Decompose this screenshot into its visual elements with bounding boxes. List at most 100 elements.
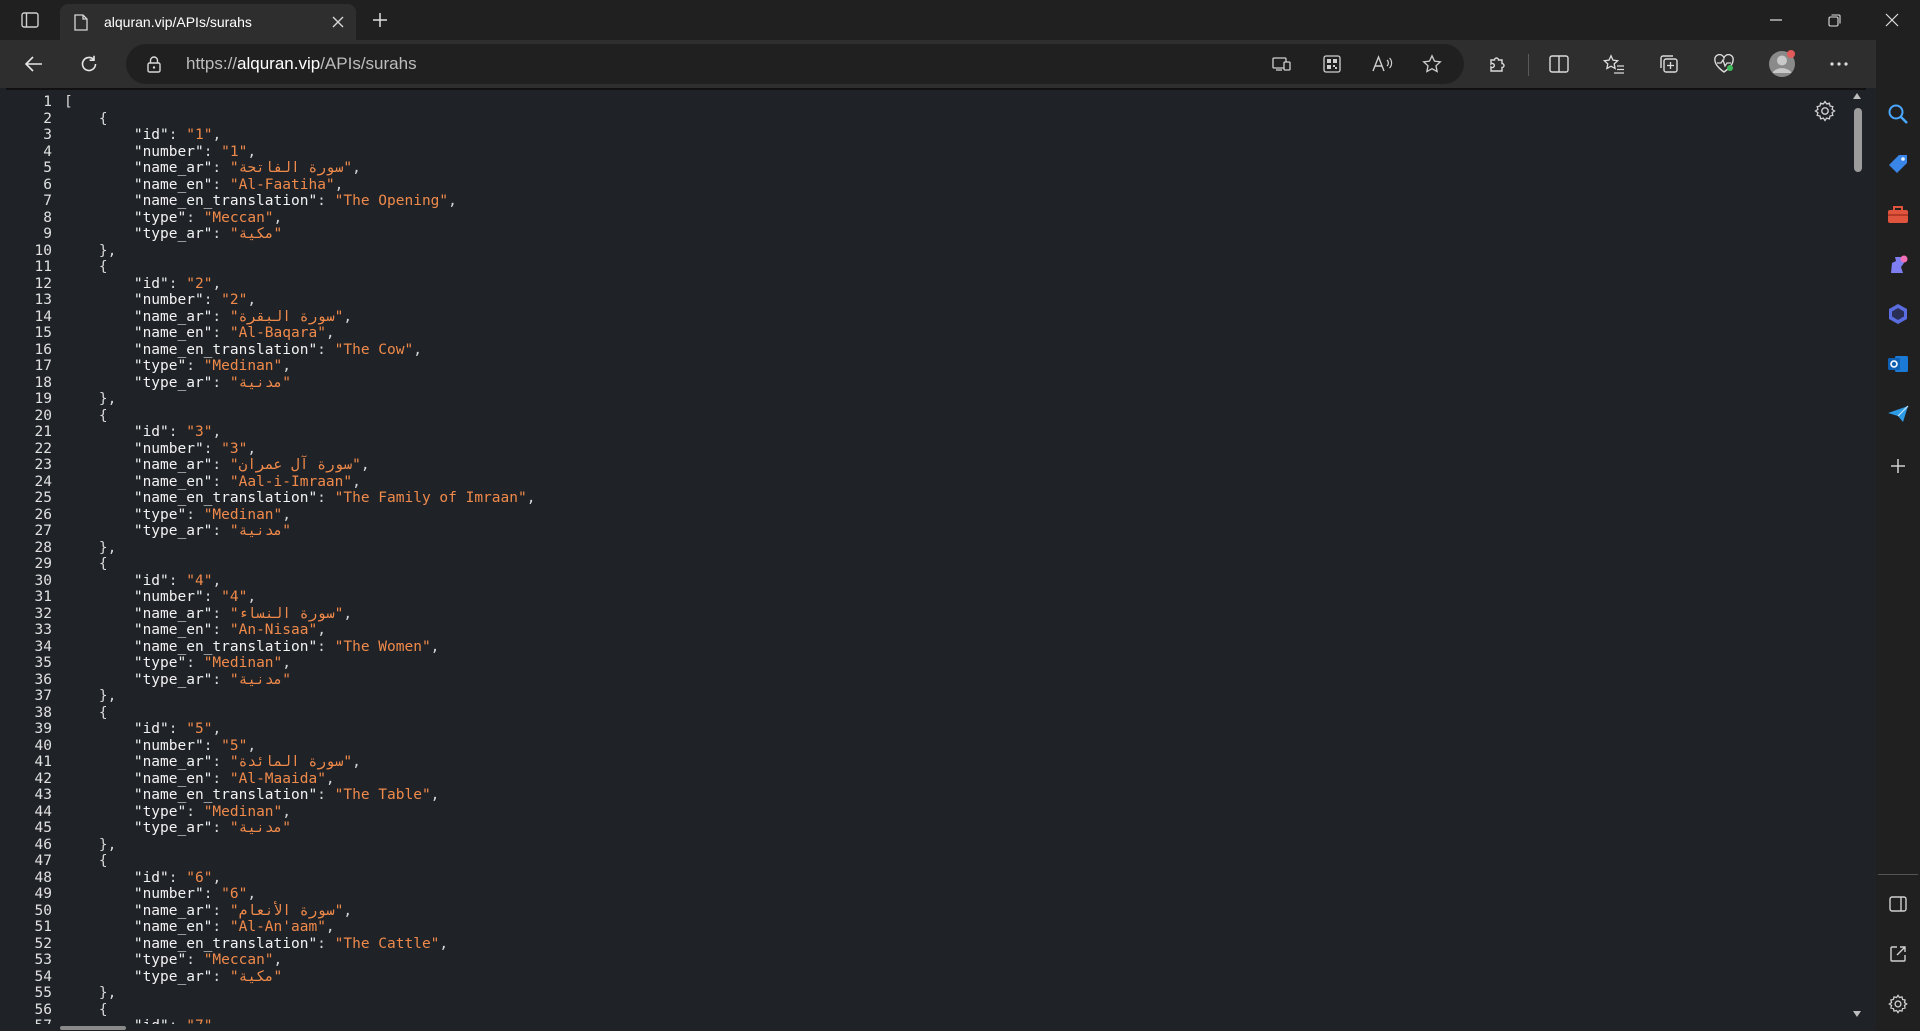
- json-punct: {: [64, 1001, 108, 1018]
- json-punct: {: [64, 407, 108, 424]
- code-line: "number": "4",: [64, 589, 535, 606]
- code-line: "name_ar": "سورة آل عمران",: [64, 457, 535, 474]
- code-area[interactable]: 1 2 3 4 5 6 7 8 9 10 11 12 13 14 15 16 17 18 19 20 21 22 23 24 2…: [0, 92, 1846, 1024]
- json-string: "6": [221, 886, 248, 902]
- horizontal-scrollbar[interactable]: [60, 1026, 126, 1030]
- json-punct: ,: [352, 754, 361, 770]
- sidebar-outlook-button[interactable]: [1882, 348, 1914, 380]
- line-number: 16: [34, 341, 52, 358]
- json-punct: {: [64, 704, 108, 721]
- json-punct: [64, 276, 134, 292]
- tab-actions-button[interactable]: [14, 6, 46, 34]
- close-tab-button[interactable]: [324, 8, 352, 36]
- json-punct: {: [64, 110, 108, 127]
- json-punct: :: [168, 721, 187, 737]
- json-key: "number": [133, 143, 204, 160]
- refresh-button[interactable]: [72, 48, 106, 80]
- more-menu-button[interactable]: [1822, 48, 1856, 80]
- line-number: 7: [43, 193, 52, 209]
- code-line: "name_en": "Aal-i-Imraan",: [64, 474, 535, 491]
- profile-button[interactable]: [1765, 48, 1799, 80]
- line-number: 23: [34, 457, 52, 473]
- back-button[interactable]: [17, 48, 51, 80]
- read-aloud-button[interactable]: [1368, 52, 1396, 76]
- json-punct: :: [212, 919, 230, 935]
- json-punct: [64, 457, 134, 473]
- code-line: "name_en": "Al-Faatiha",: [64, 177, 535, 194]
- line-number: 40: [34, 737, 52, 754]
- line-number: 39: [34, 721, 52, 737]
- json-string: "Al-Baqara": [229, 325, 326, 341]
- browser-essentials-button[interactable]: [1707, 48, 1741, 80]
- line-number: 22: [34, 440, 52, 457]
- json-string: "The Women": [334, 638, 431, 655]
- scroll-thumb[interactable]: [1854, 108, 1862, 172]
- json-key: "name_en": [133, 473, 213, 490]
- app-available-button[interactable]: [1268, 52, 1296, 76]
- extensions-button[interactable]: [1481, 48, 1515, 80]
- address-bar[interactable]: https://alquran.vip/APIs/surahs: [126, 44, 1464, 84]
- sidebar-tools-button[interactable]: [1882, 198, 1914, 230]
- hide-sidebar-button[interactable]: [1882, 888, 1914, 920]
- favorite-button[interactable]: [1418, 52, 1446, 76]
- json-punct: [64, 177, 134, 193]
- split-screen-button[interactable]: [1542, 48, 1576, 80]
- json-key: "name_en_translation": [133, 935, 318, 952]
- line-number: 30: [34, 572, 52, 589]
- url-text[interactable]: https://alquran.vip/APIs/surahs: [186, 54, 417, 74]
- json-string: "سورة الأنعام": [229, 902, 344, 919]
- json-string: "The Table": [334, 787, 431, 803]
- vertical-scrollbar[interactable]: [1848, 88, 1866, 1031]
- code-line: "number": "3",: [64, 441, 535, 458]
- line-number: 47: [34, 853, 52, 869]
- line-number: 8: [43, 209, 52, 226]
- new-tab-button[interactable]: [366, 6, 394, 34]
- sidebar-shopping-button[interactable]: [1882, 148, 1914, 180]
- json-punct: ,: [352, 473, 361, 490]
- json-punct: :: [317, 787, 335, 803]
- json-punct: [64, 160, 134, 176]
- json-punct: ,: [212, 127, 222, 143]
- line-number: 12: [34, 275, 52, 292]
- active-tab[interactable]: alquran.vip/APIs/surahs: [60, 4, 356, 40]
- sidebar-games-button[interactable]: [1882, 248, 1914, 280]
- favorites-button[interactable]: [1597, 48, 1631, 80]
- code-line: "id": "3",: [64, 424, 535, 441]
- json-punct: ,: [343, 308, 353, 325]
- line-number: 50: [34, 902, 52, 919]
- gear-icon: [1814, 100, 1836, 122]
- json-string: "سورة المائدة": [229, 754, 353, 770]
- json-source[interactable]: [ { "id": "1", "number": "1", "name_ar":…: [64, 94, 535, 1024]
- viewer-settings-button[interactable]: [1812, 98, 1838, 124]
- collections-button[interactable]: [1652, 48, 1686, 80]
- code-line: {: [64, 1002, 535, 1019]
- window-close-button[interactable]: [1864, 0, 1920, 40]
- lock-icon[interactable]: [146, 55, 162, 73]
- qr-code-button[interactable]: [1318, 52, 1346, 76]
- json-punct: [64, 127, 134, 143]
- open-external-button[interactable]: [1882, 938, 1914, 970]
- json-key: "number": [133, 292, 204, 308]
- code-line: },: [64, 837, 535, 854]
- line-number: 45: [34, 820, 52, 836]
- json-punct: :: [212, 226, 230, 242]
- json-punct: :: [212, 671, 230, 688]
- json-punct: :: [186, 655, 204, 671]
- sidebar-microsoft365-button[interactable]: [1882, 298, 1914, 330]
- json-punct: :: [203, 292, 222, 308]
- sidebar-settings-button[interactable]: [1882, 988, 1914, 1020]
- minimize-button[interactable]: [1748, 0, 1804, 40]
- scroll-up-icon[interactable]: [1852, 92, 1862, 100]
- json-key: "id": [133, 572, 169, 589]
- restore-button[interactable]: [1806, 0, 1862, 40]
- sidebar-search-button[interactable]: [1882, 98, 1914, 130]
- sidebar-add-button[interactable]: [1882, 450, 1914, 482]
- page-icon: [74, 13, 90, 31]
- scroll-down-icon[interactable]: [1852, 1010, 1862, 1018]
- line-number: 43: [34, 787, 52, 803]
- line-number: 25: [34, 490, 52, 506]
- json-punct: ,: [343, 902, 353, 919]
- sidebar-drop-button[interactable]: [1882, 398, 1914, 430]
- json-punct: [64, 952, 134, 968]
- json-punct: [64, 919, 134, 935]
